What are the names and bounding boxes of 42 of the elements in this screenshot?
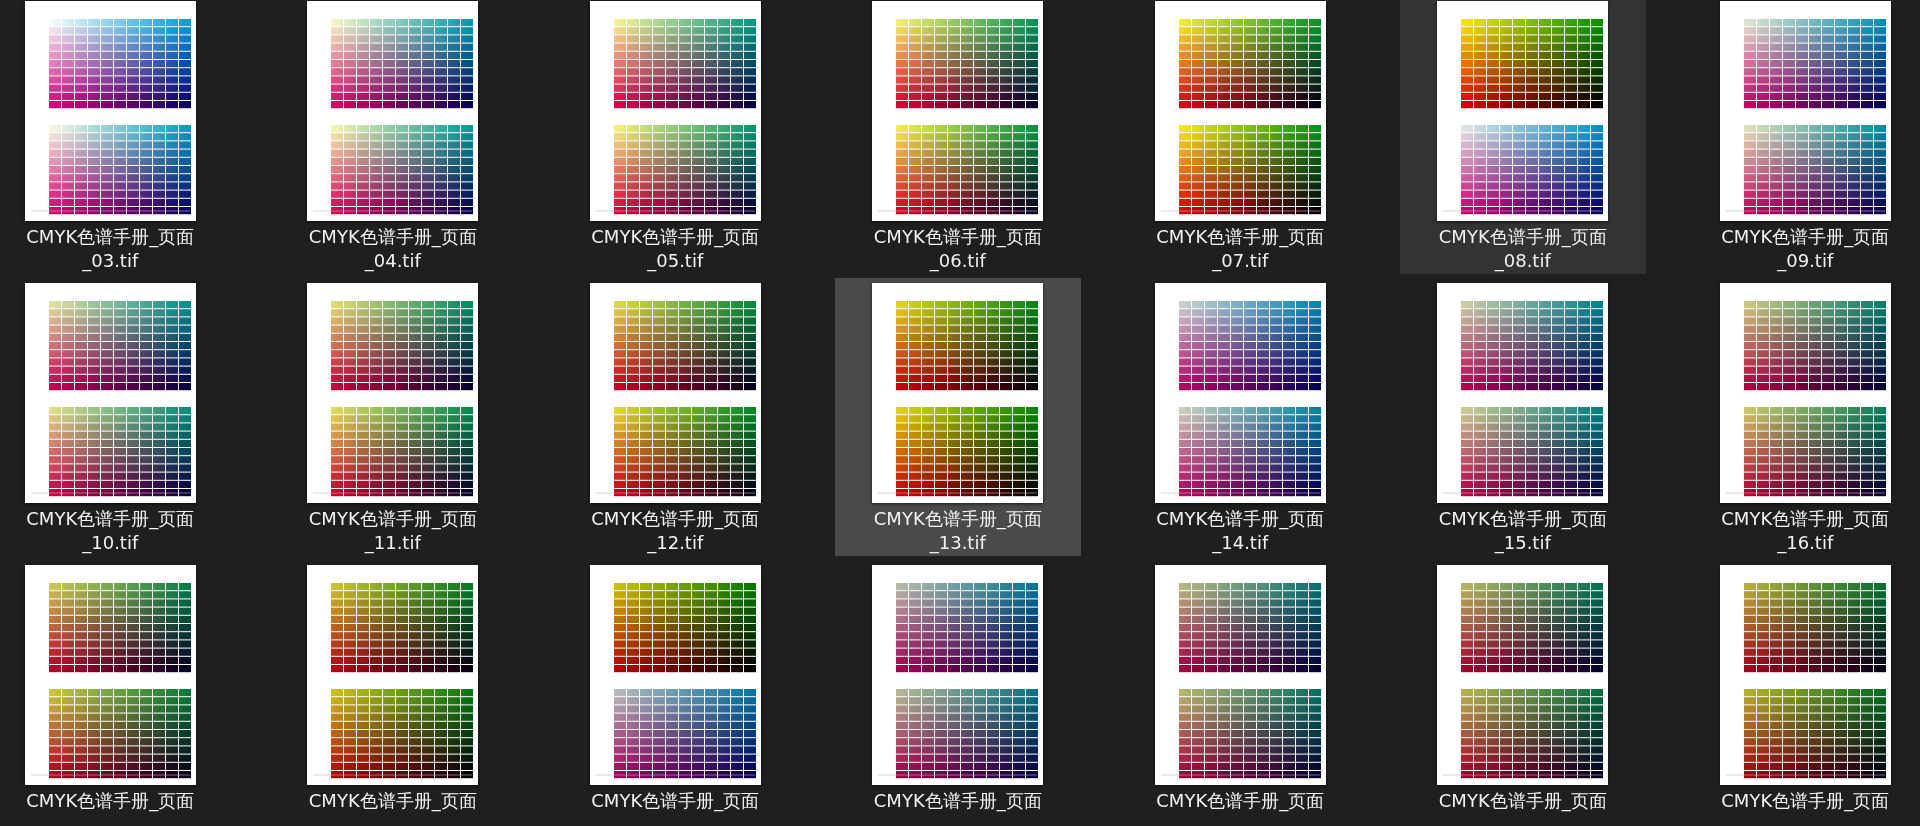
file-tile[interactable]: CMYK色谱手册_页面_11.tif bbox=[269, 278, 516, 556]
file-name: CMYK色谱手册_页面 bbox=[307, 789, 478, 813]
file-tile[interactable]: CMYK色谱手册_页面_06.tif bbox=[834, 0, 1081, 274]
file-name: CMYK色谱手册_页面_08.tif bbox=[1437, 225, 1608, 273]
file-tile[interactable]: CMYK色谱手册_页面_04.tif bbox=[269, 0, 516, 274]
file-tile[interactable]: CMYK色谱手册_页面 bbox=[1399, 560, 1646, 826]
file-tile[interactable]: CMYK色谱手册_页面_09.tif bbox=[1682, 0, 1920, 274]
file-name: CMYK色谱手册_页面_07.tif bbox=[1155, 225, 1326, 273]
file-tile[interactable]: CMYK色谱手册_页面_12.tif bbox=[552, 278, 799, 556]
file-name: CMYK色谱手册_页面_12.tif bbox=[590, 507, 761, 555]
file-name: CMYK色谱手册_页面_16.tif bbox=[1720, 507, 1891, 555]
file-name: CMYK色谱手册_页面 bbox=[590, 789, 761, 813]
file-name: CMYK色谱手册_页面 bbox=[872, 789, 1043, 813]
file-name: CMYK色谱手册_页面_14.tif bbox=[1155, 507, 1326, 555]
file-tile[interactable]: CMYK色谱手册_页面_05.tif bbox=[552, 0, 799, 274]
file-name: CMYK色谱手册_页面_13.tif bbox=[872, 507, 1043, 555]
file-tile[interactable]: CMYK色谱手册_页面_16.tif bbox=[1682, 278, 1920, 556]
file-name: CMYK色谱手册_页面_06.tif bbox=[872, 225, 1043, 273]
file-tile[interactable]: CMYK色谱手册_页面_13.tif bbox=[834, 278, 1081, 556]
file-tile[interactable]: CMYK色谱手册_页面_08.tif bbox=[1399, 0, 1646, 274]
file-tile[interactable]: CMYK色谱手册_页面 bbox=[1117, 560, 1364, 826]
file-name: CMYK色谱手册_页面 bbox=[25, 789, 196, 813]
file-tile[interactable]: CMYK色谱手册_页面 bbox=[0, 560, 234, 826]
file-name: CMYK色谱手册_页面_09.tif bbox=[1720, 225, 1891, 273]
file-tile[interactable]: CMYK色谱手册_页面 bbox=[269, 560, 516, 826]
file-name: CMYK色谱手册_页面_04.tif bbox=[307, 225, 478, 273]
file-name: CMYK色谱手册_页面 bbox=[1720, 789, 1891, 813]
file-name: CMYK色谱手册_页面 bbox=[1155, 789, 1326, 813]
file-tile[interactable]: CMYK色谱手册_页面_14.tif bbox=[1117, 278, 1364, 556]
file-name: CMYK色谱手册_页面_10.tif bbox=[25, 507, 196, 555]
file-tile[interactable]: CMYK色谱手册_页面 bbox=[1682, 560, 1920, 826]
file-name: CMYK色谱手册_页面_11.tif bbox=[307, 507, 478, 555]
file-tile[interactable]: CMYK色谱手册_页面 bbox=[552, 560, 799, 826]
file-tile[interactable]: CMYK色谱手册_页面_03.tif bbox=[0, 0, 234, 274]
file-tile[interactable]: CMYK色谱手册_页面_07.tif bbox=[1117, 0, 1364, 274]
file-tile[interactable]: CMYK色谱手册_页面_10.tif bbox=[0, 278, 234, 556]
file-name: CMYK色谱手册_页面_15.tif bbox=[1437, 507, 1608, 555]
file-tile[interactable]: CMYK色谱手册_页面 bbox=[834, 560, 1081, 826]
file-name: CMYK色谱手册_页面_05.tif bbox=[590, 225, 761, 273]
file-name: CMYK色谱手册_页面 bbox=[1437, 789, 1608, 813]
file-tile[interactable]: CMYK色谱手册_页面_15.tif bbox=[1399, 278, 1646, 556]
file-name: CMYK色谱手册_页面_03.tif bbox=[25, 225, 196, 273]
